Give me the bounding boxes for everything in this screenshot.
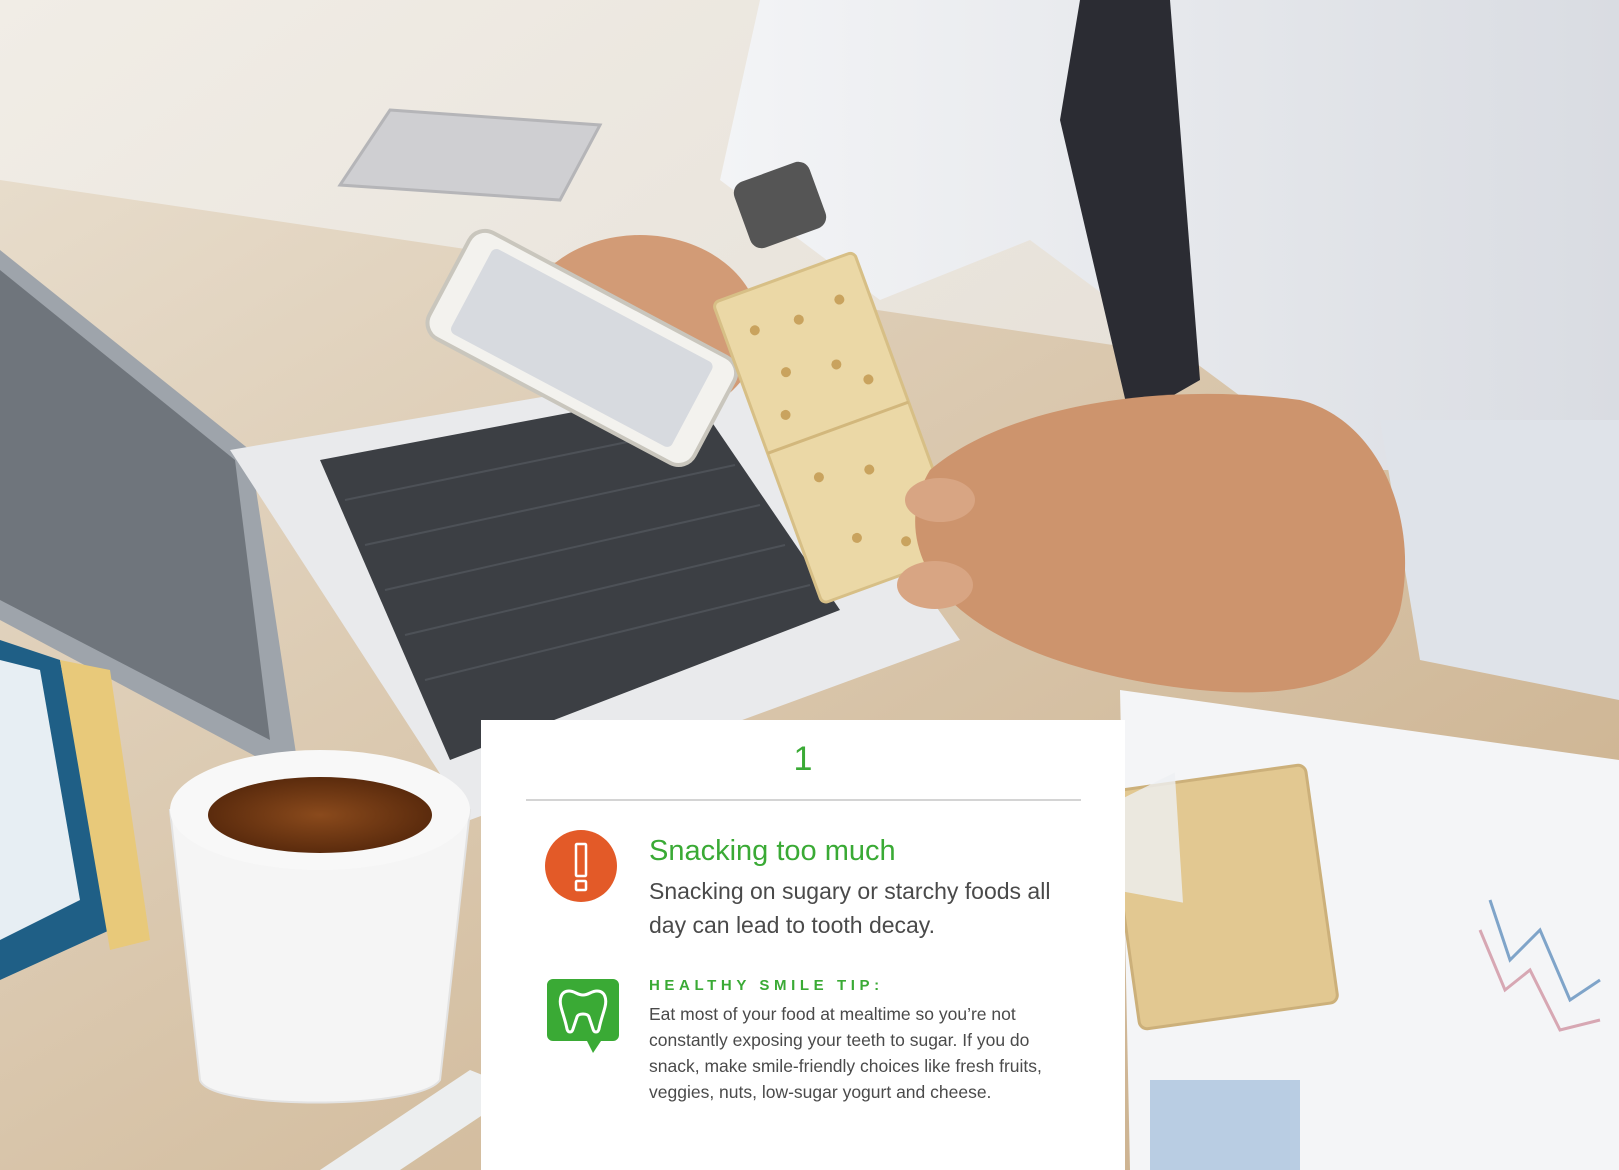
- tip-card: 1 Snacking too much Snacking on sugary o…: [481, 720, 1125, 1170]
- card-heading: Snacking too much: [649, 835, 896, 867]
- tip-label: HEALTHY SMILE TIP:: [649, 977, 884, 994]
- card-body: Snacking on sugary or starchy foods all …: [649, 878, 1051, 938]
- card-number: 1: [793, 740, 813, 778]
- exclamation-icon: [545, 830, 617, 902]
- divider: [526, 799, 1081, 801]
- tooth-icon: [547, 979, 619, 1053]
- tip-text: Eat most of your food at mealtime so you…: [649, 1004, 1042, 1102]
